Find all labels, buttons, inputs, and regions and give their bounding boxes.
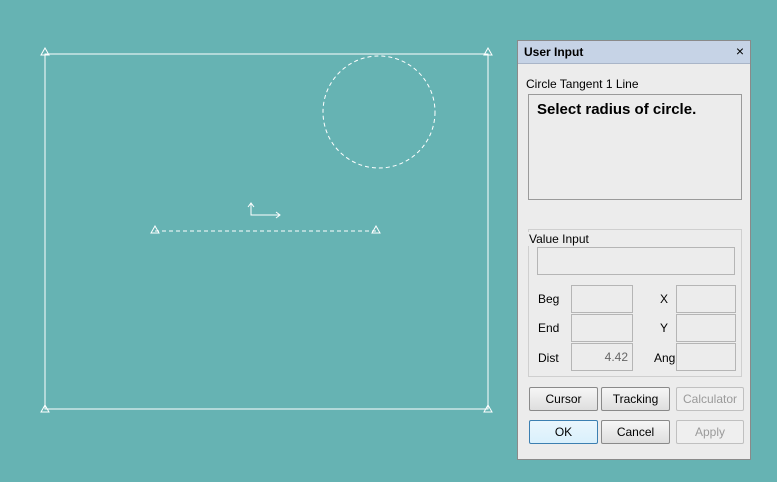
ang-label: Ang <box>654 351 676 365</box>
dialog-titlebar[interactable]: User Input × <box>518 41 750 64</box>
value-input-legend: Value Input <box>527 232 591 246</box>
y-label: Y <box>660 321 669 335</box>
beg-label: Beg <box>538 292 560 306</box>
beg-field[interactable] <box>571 285 633 313</box>
value-input-field[interactable] <box>537 247 735 275</box>
ang-field[interactable] <box>676 343 736 371</box>
ok-button[interactable]: OK <box>529 420 598 444</box>
end-field[interactable] <box>571 314 633 342</box>
cursor-button[interactable]: Cursor <box>529 387 598 411</box>
y-field[interactable] <box>676 314 736 342</box>
x-label: X <box>660 292 669 306</box>
prompt-box: Select radius of circle. <box>528 94 742 200</box>
dist-label: Dist <box>538 351 559 365</box>
calculator-button[interactable]: Calculator <box>676 387 744 411</box>
close-icon[interactable]: × <box>736 43 744 59</box>
prompt-text: Select radius of circle. <box>537 101 697 118</box>
command-name: Circle Tangent 1 Line <box>526 77 639 91</box>
tracking-button[interactable]: Tracking <box>601 387 670 411</box>
x-field[interactable] <box>676 285 736 313</box>
cancel-button[interactable]: Cancel <box>601 420 670 444</box>
dialog-title: User Input <box>524 45 584 59</box>
user-input-dialog: User Input × Circle Tangent 1 Line Selec… <box>517 40 751 460</box>
dist-field[interactable]: 4.42 <box>571 343 633 371</box>
end-label: End <box>538 321 560 335</box>
apply-button[interactable]: Apply <box>676 420 744 444</box>
